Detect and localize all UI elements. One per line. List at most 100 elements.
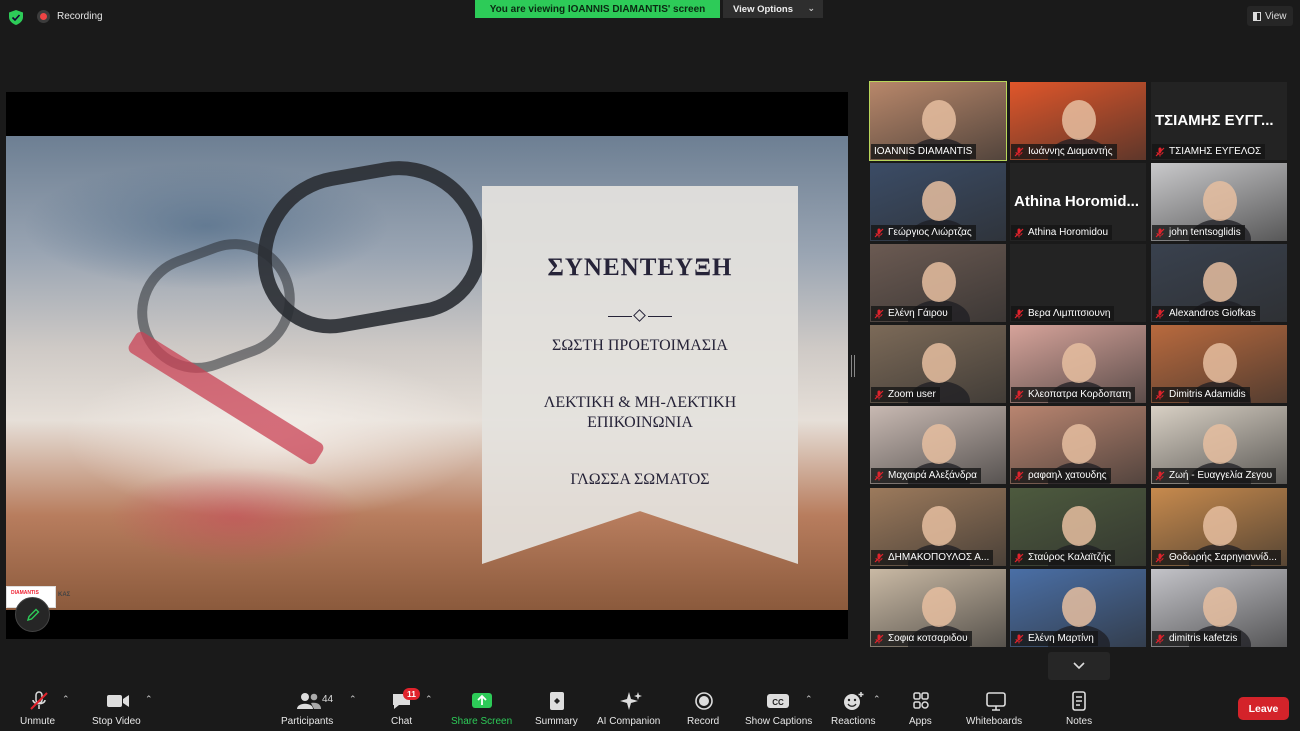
participant-name: Ιωάννης Διαμαντής [1028,146,1113,157]
participant-tile[interactable]: dimitris kafetzis [1151,569,1287,647]
apps-button[interactable]: Apps [906,686,936,731]
participant-tile[interactable]: Athina Horomid... Athina Horomidou [1010,163,1146,241]
muted-mic-icon [1014,147,1024,156]
view-label: View [1265,10,1287,22]
participant-tile[interactable]: IOANNIS DIAMANTIS [869,81,1007,161]
participant-tile[interactable]: Σοφια κοτσαριδου [870,569,1006,647]
participants-button[interactable]: 44 Participants [278,686,340,731]
muted-mic-icon [874,634,884,643]
participant-tile[interactable]: Ιωάννης Διαμαντής [1010,82,1146,160]
participant-display-name: Athina Horomid... [1014,193,1139,210]
participant-face [1062,424,1096,464]
view-options-label: View Options [733,3,794,15]
pencil-icon [26,608,39,621]
muted-mic-icon [874,309,884,318]
annotate-button[interactable] [15,597,50,632]
participant-tile[interactable]: Alexandros Giofkas [1151,244,1287,322]
view-button[interactable]: View [1247,6,1293,26]
participant-tile[interactable]: ραφαηλ χατουδης [1010,406,1146,484]
ai-companion-button[interactable]: AI Companion [596,686,666,731]
participant-name: Ελένη Γάιρου [888,308,948,319]
leave-button[interactable]: Leave [1238,697,1289,720]
participant-tile[interactable]: Κλεοπατρα Κορδοπατη [1010,325,1146,403]
participant-face [1062,506,1096,546]
share-screen-icon [472,693,492,708]
participant-name-tag: Γεώργιος Λιώρτζας [871,225,976,240]
participant-name-tag: dimitris kafetzis [1152,631,1242,646]
unmute-button[interactable]: Unmute [14,686,64,731]
whiteboard-icon [986,692,1006,711]
summary-button[interactable]: Summary [532,686,582,731]
participant-name: ΔΗΜΑΚΟΠΟΥΛΟΣ Α... [888,552,990,563]
participant-tile[interactable]: Μαχαιρά Αλεξάνδρα [870,406,1006,484]
whiteboards-label: Whiteboards [966,716,1023,727]
muted-mic-icon [1155,228,1165,237]
participant-face [1203,181,1237,221]
muted-mic-icon [874,390,884,399]
participant-name: Athina Horomidou [1028,227,1109,238]
zoom-meeting-window: Recording You are viewing IOANNIS DIAMAN… [0,0,1300,731]
captions-options-caret[interactable]: ⌃ [805,694,813,705]
share-screen-button[interactable]: Share Screen [449,686,515,731]
participant-tile[interactable]: Γεώργιος Λιώρτζας [870,163,1006,241]
record-button[interactable]: Record [684,686,724,731]
participant-name-tag: john tentsoglidis [1152,225,1245,240]
participant-name: IOANNIS DIAMANTIS [874,146,973,157]
captions-icon: CC [767,694,789,708]
chevron-down-icon [1073,662,1085,670]
participant-tile[interactable]: ΤΣΙΑΜΗΣ ΕΥΓΓ... ΤΣΙΑΜΗΣ ΕΥΓΕΛΟΣ [1151,82,1287,160]
participant-face [922,181,956,221]
participant-tile[interactable]: ΔΗΜΑΚΟΠΟΥΛΟΣ Α... [870,488,1006,566]
participant-name-tag: Ιωάννης Διαμαντής [1011,144,1117,159]
participant-name: Θοδωρής Σαρηγιαννίδ... [1169,552,1277,563]
participant-name-tag: Ελένη Γάιρου [871,306,952,321]
resize-handle[interactable] [851,355,855,377]
show-captions-button[interactable]: CC Show Captions [742,686,814,731]
summary-label: Summary [535,716,578,727]
muted-mic-icon [874,553,884,562]
participants-options-caret[interactable]: ⌃ [349,694,357,705]
muted-mic-icon [1014,228,1024,237]
notes-icon [1072,691,1086,711]
participant-tile[interactable]: Dimitris Adamidis [1151,325,1287,403]
participant-tile[interactable]: Ζωή - Ευαγγελία Ζεγου [1151,406,1287,484]
reactions-options-caret[interactable]: ⌃ [873,694,881,705]
muted-mic-icon [1155,471,1165,480]
presentation-slide: ΣΥΝΕΝΤΕΥΞΗ ΣΩΣΤΗ ΠΡΟΕΤΟΙΜΑΣΙΑ ΛΕΚΤΙΚΗ & … [6,136,848,610]
participants-label: Participants [281,716,334,727]
participant-name: Κλεοπατρα Κορδοπατη [1028,389,1132,400]
audio-options-caret[interactable]: ⌃ [62,694,70,705]
participant-tile[interactable]: Ελένη Γάιρου [870,244,1006,322]
participants-icon [297,693,321,709]
participant-tile[interactable]: Θοδωρής Σαρηγιαννίδ... [1151,488,1287,566]
participant-tile[interactable]: Σταύρος Καλαϊτζής [1010,488,1146,566]
shield-icon[interactable] [9,10,23,25]
notes-button[interactable]: Notes [1063,686,1095,731]
participant-name: ΤΣΙΑΜΗΣ ΕΥΓΕΛΟΣ [1169,146,1262,157]
participant-name-tag: ΔΗΜΑΚΟΠΟΥΛΟΣ Α... [871,550,994,565]
participant-tile[interactable]: Βερα Λιμπιτσιουνη [1010,244,1146,322]
shared-screen[interactable]: ΣΥΝΕΝΤΕΥΞΗ ΣΩΣΤΗ ΠΡΟΕΤΟΙΜΑΣΙΑ ΛΕΚΤΙΚΗ & … [6,92,848,639]
partner-logo: ΚΑΣ [58,592,71,598]
participant-name-tag: Ζωή - Ευαγγελία Ζεγου [1152,468,1277,483]
chat-options-caret[interactable]: ⌃ [425,694,433,705]
unmute-label: Unmute [20,716,56,727]
slide-line-2: ΛΕΚΤΙΚΗ & ΜΗ-ΛΕΚΤΙΚΗ [543,394,737,411]
participant-name: Zoom user [888,389,936,400]
svg-text:CC: CC [772,698,784,707]
reactions-button[interactable]: Reactions [828,686,878,731]
video-options-caret[interactable]: ⌃ [145,694,153,705]
participant-name: ραφαηλ χατουδης [1028,470,1107,481]
gallery-next-page-button[interactable] [1048,652,1110,680]
participant-name-tag: Athina Horomidou [1011,225,1113,240]
stop-video-button[interactable]: Stop Video [88,686,148,731]
participant-tile[interactable]: Ελένη Μαρτίνη [1010,569,1146,647]
whiteboards-button[interactable]: Whiteboards [964,686,1028,731]
participant-face [922,100,956,140]
participant-face [922,424,956,464]
participant-tile[interactable]: john tentsoglidis [1151,163,1287,241]
view-options-button[interactable]: View Options ⌄ [723,0,823,18]
chat-button[interactable]: 11 Chat [388,686,420,731]
participant-tile[interactable]: Zoom user [870,325,1006,403]
muted-mic-icon [1155,634,1165,643]
